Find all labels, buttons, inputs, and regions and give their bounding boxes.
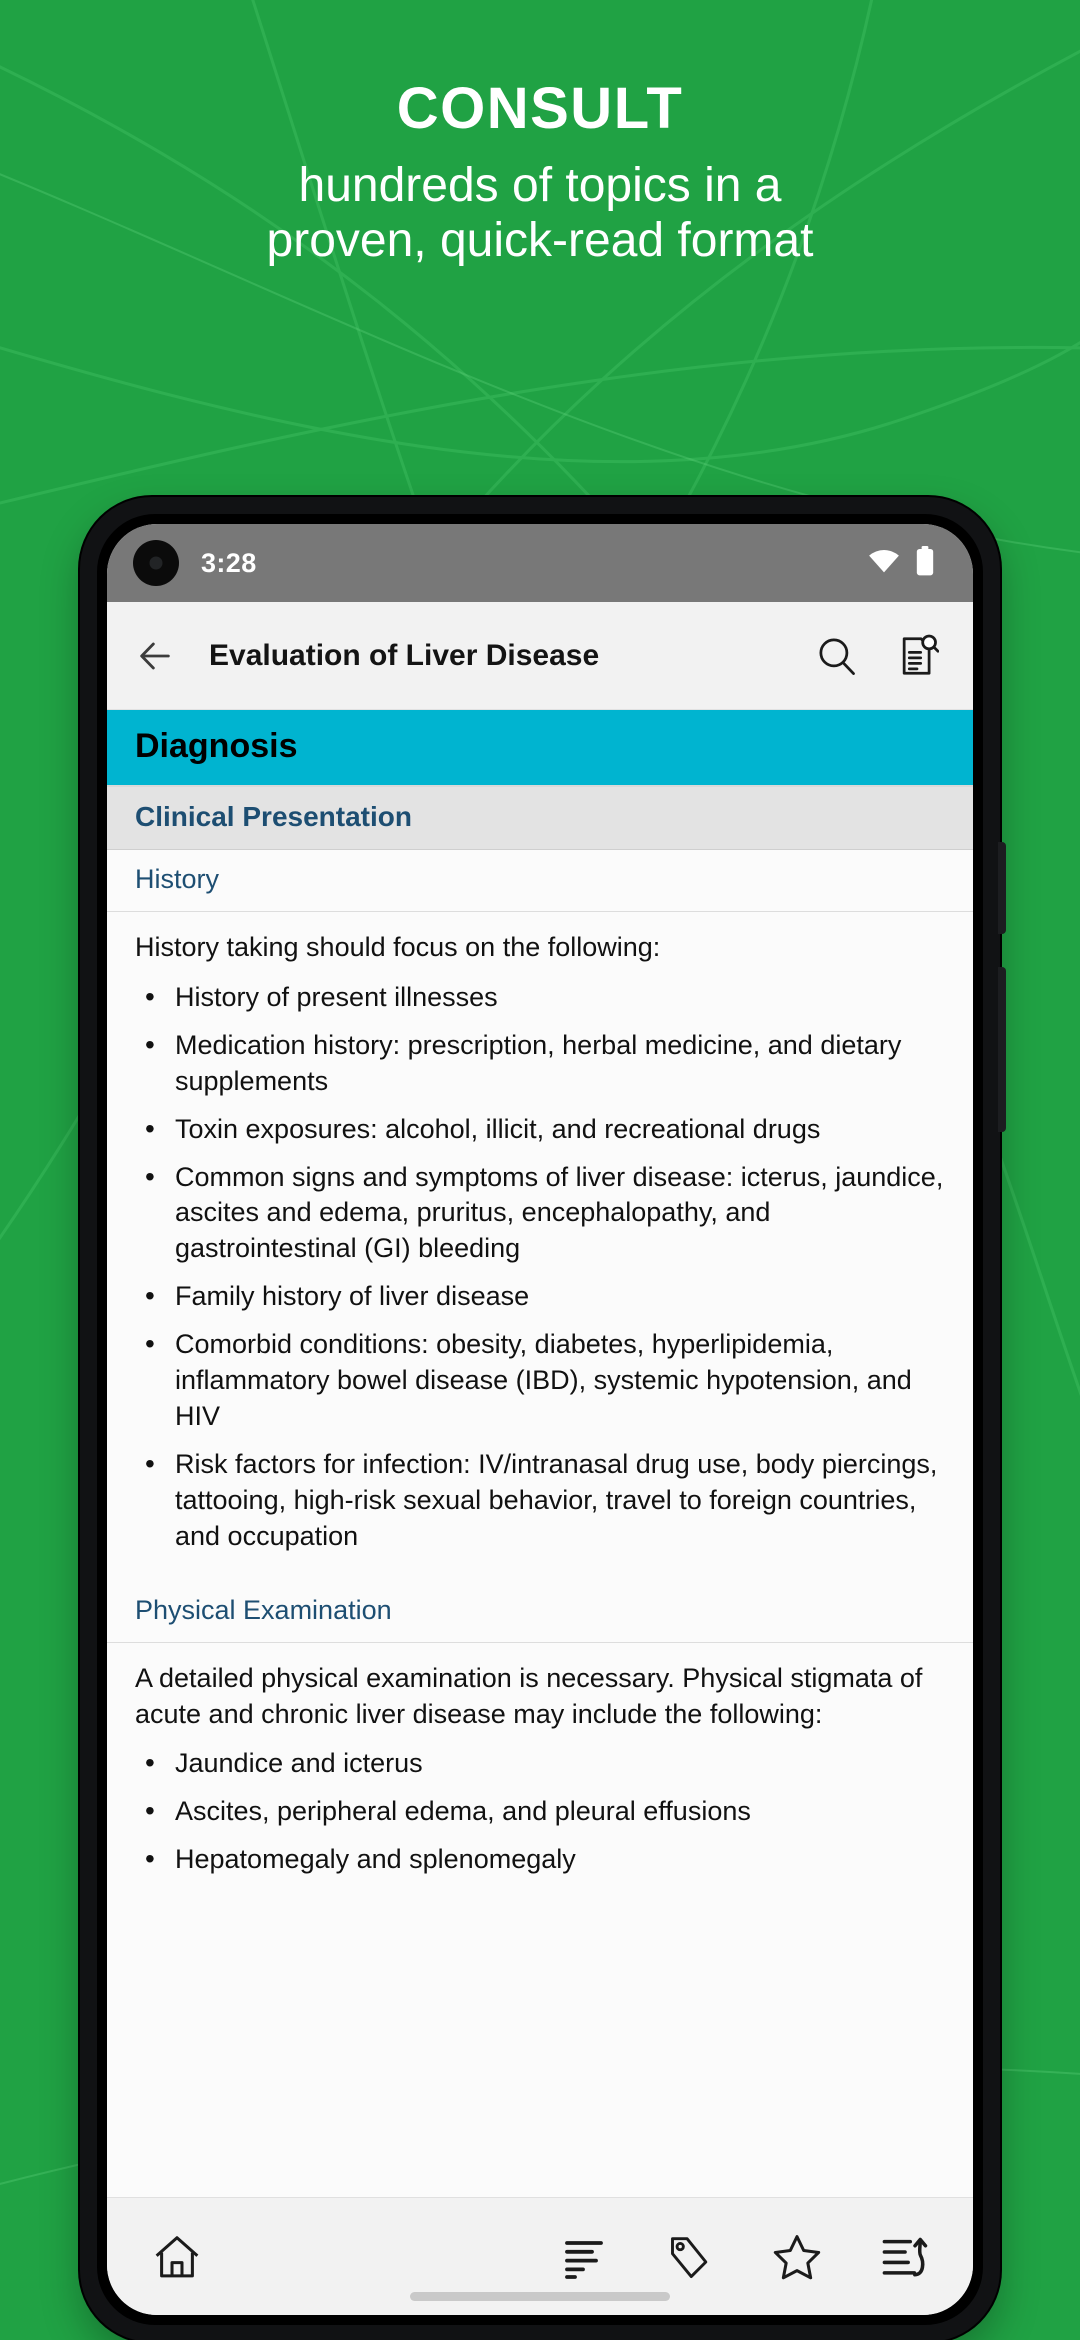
- app-header-actions: [815, 634, 945, 678]
- phone-volume-button: [998, 842, 1006, 934]
- list-item: Toxin exposures: alcohol, illicit, and r…: [141, 1110, 945, 1148]
- phone-device: 3:28 Evaluation of Liver Disease Diagnos…: [80, 497, 1006, 2340]
- bullet-list: Jaundice and icterus Ascites, peripheral…: [107, 1736, 973, 1904]
- list-item: Comorbid conditions: obesity, diabetes, …: [141, 1325, 945, 1435]
- jump-to-section-icon[interactable]: [879, 2232, 929, 2282]
- article-content[interactable]: Diagnosis Clinical Presentation History …: [107, 710, 973, 2197]
- front-camera-icon: [133, 540, 179, 586]
- list-item: Ascites, peripheral edema, and pleural e…: [141, 1792, 945, 1830]
- promo-subtitle-line-1: hundreds of topics in a: [298, 158, 782, 212]
- phone-bezel: 3:28 Evaluation of Liver Disease Diagnos…: [97, 514, 983, 2325]
- subsection-header: Physical Examination: [107, 1580, 973, 1643]
- list-item: Common signs and symptoms of liver disea…: [141, 1158, 945, 1268]
- subsection-header: History: [107, 850, 973, 912]
- list-item: Medication history: prescription, herbal…: [141, 1026, 945, 1100]
- star-icon[interactable]: [771, 2231, 823, 2283]
- list-item: Family history of liver disease: [141, 1277, 945, 1315]
- content-block: History History taking should focus on t…: [107, 850, 973, 1581]
- chapter-banner: Diagnosis: [107, 710, 973, 787]
- app-header: Evaluation of Liver Disease: [107, 602, 973, 710]
- list-item: Hepatomegaly and splenomegaly: [141, 1840, 945, 1878]
- wifi-icon: [867, 548, 901, 579]
- tag-icon[interactable]: [665, 2232, 715, 2282]
- status-bar: 3:28: [107, 524, 973, 602]
- list-item: Jaundice and icterus: [141, 1744, 945, 1782]
- bullet-list: History of present illnesses Medication …: [107, 970, 973, 1581]
- phone-screen: 3:28 Evaluation of Liver Disease Diagnos…: [107, 524, 973, 2315]
- phone-power-button: [998, 967, 1006, 1132]
- outline-list-icon[interactable]: [561, 2233, 609, 2281]
- page-title: Evaluation of Liver Disease: [209, 638, 600, 672]
- paragraph: A detailed physical examination is neces…: [135, 1662, 923, 1729]
- bottom-navigation-actions: [561, 2231, 929, 2283]
- promo-title: CONSULT: [396, 76, 684, 141]
- gesture-navigation-bar[interactable]: [410, 2292, 670, 2301]
- list-item: Risk factors for infection: IV/intranasa…: [141, 1445, 945, 1555]
- paragraph: History taking should focus on the follo…: [135, 932, 661, 962]
- promo-subtitle-line-2: proven, quick-read format: [266, 214, 814, 268]
- home-icon[interactable]: [151, 2231, 203, 2283]
- search-icon[interactable]: [815, 634, 859, 678]
- section-header: Clinical Presentation: [107, 787, 973, 850]
- document-search-icon[interactable]: [895, 634, 939, 678]
- promo-block: CONSULT hundreds of topics in a proven, …: [0, 76, 1080, 268]
- battery-icon: [915, 545, 935, 581]
- status-icons: [867, 545, 935, 581]
- back-arrow-icon[interactable]: [135, 636, 175, 676]
- status-time: 3:28: [201, 547, 257, 578]
- list-item: History of present illnesses: [141, 978, 945, 1016]
- content-block: Physical Examination A detailed physical…: [107, 1580, 973, 1905]
